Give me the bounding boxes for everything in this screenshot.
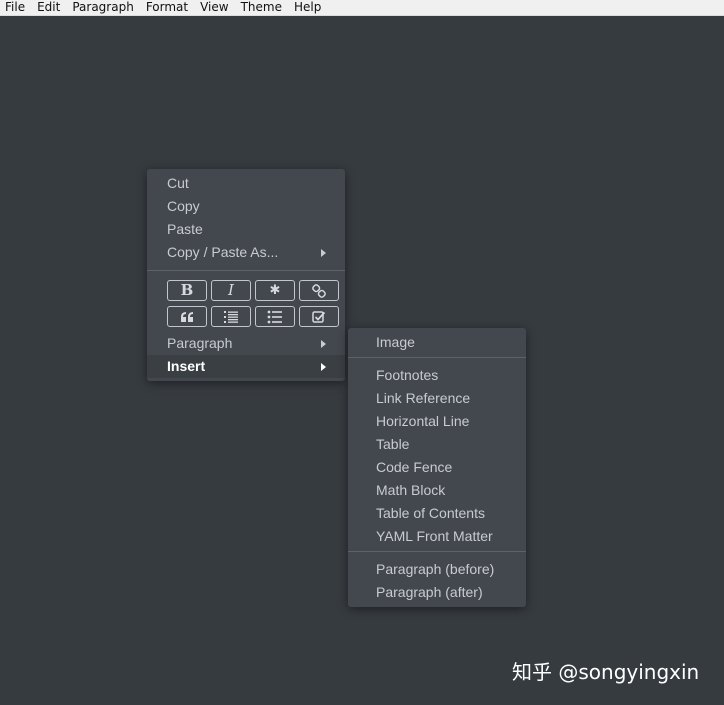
submenu-arrow-icon <box>321 340 326 348</box>
menu-paragraph[interactable]: Paragraph <box>66 0 139 15</box>
menu-format[interactable]: Format <box>140 0 194 15</box>
bold-icon: B <box>180 281 194 299</box>
submenu-arrow-icon <box>321 249 326 257</box>
context-menu: Cut Copy Paste Copy / Paste As... B I ✱ <box>147 169 345 381</box>
menu-separator <box>147 270 345 271</box>
menu-bar: File Edit Paragraph Format View Theme He… <box>0 0 724 16</box>
bold-button[interactable]: B <box>167 280 207 301</box>
insert-yaml-front-matter[interactable]: YAML Front Matter <box>348 525 526 548</box>
menu-item-insert[interactable]: Insert <box>147 355 345 378</box>
menu-view[interactable]: View <box>194 0 234 15</box>
insert-footnotes[interactable]: Footnotes <box>348 364 526 387</box>
insert-label: Insert <box>167 358 206 374</box>
format-button-row: B I ✱ <box>147 280 345 301</box>
insert-math-block[interactable]: Math Block <box>348 479 526 502</box>
insert-paragraph-before[interactable]: Paragraph (before) <box>348 558 526 581</box>
insert-image[interactable]: Image <box>348 331 526 354</box>
ordered-list-button[interactable] <box>211 306 251 327</box>
list-button-row <box>147 306 345 327</box>
link-icon <box>312 283 326 298</box>
menu-item-paragraph[interactable]: Paragraph <box>147 332 345 355</box>
insert-horizontal-line[interactable]: Horizontal Line <box>348 410 526 433</box>
watermark: 知乎 @songyingxin <box>512 660 700 684</box>
menu-item-copy-paste-as[interactable]: Copy / Paste As... <box>147 241 345 264</box>
menu-item-copy[interactable]: Copy <box>147 195 345 218</box>
code-button[interactable]: ✱ <box>255 280 295 301</box>
task-list-button[interactable] <box>299 306 339 327</box>
menu-help[interactable]: Help <box>288 0 327 15</box>
insert-code-fence[interactable]: Code Fence <box>348 456 526 479</box>
insert-submenu: Image Footnotes Link Reference Horizonta… <box>348 328 526 607</box>
insert-table-of-contents[interactable]: Table of Contents <box>348 502 526 525</box>
insert-paragraph-after[interactable]: Paragraph (after) <box>348 581 526 604</box>
submenu-arrow-icon <box>321 363 326 371</box>
menu-item-paste[interactable]: Paste <box>147 218 345 241</box>
quote-button[interactable] <box>167 306 207 327</box>
menu-separator <box>348 551 526 552</box>
paragraph-label: Paragraph <box>167 335 233 351</box>
menu-file[interactable]: File <box>0 0 31 15</box>
link-button[interactable] <box>299 280 339 301</box>
italic-icon: I <box>228 281 234 299</box>
unordered-list-icon <box>267 310 282 323</box>
ordered-list-icon <box>224 310 238 323</box>
insert-link-reference[interactable]: Link Reference <box>348 387 526 410</box>
task-list-icon <box>312 310 326 323</box>
menu-item-cut[interactable]: Cut <box>147 172 345 195</box>
italic-button[interactable]: I <box>211 280 251 301</box>
code-icon: ✱ <box>269 283 281 298</box>
quote-icon <box>181 311 193 322</box>
insert-table[interactable]: Table <box>348 433 526 456</box>
copy-paste-as-label: Copy / Paste As... <box>167 244 279 260</box>
menu-edit[interactable]: Edit <box>31 0 66 15</box>
unordered-list-button[interactable] <box>255 306 295 327</box>
menu-theme[interactable]: Theme <box>235 0 288 15</box>
menu-separator <box>348 357 526 358</box>
